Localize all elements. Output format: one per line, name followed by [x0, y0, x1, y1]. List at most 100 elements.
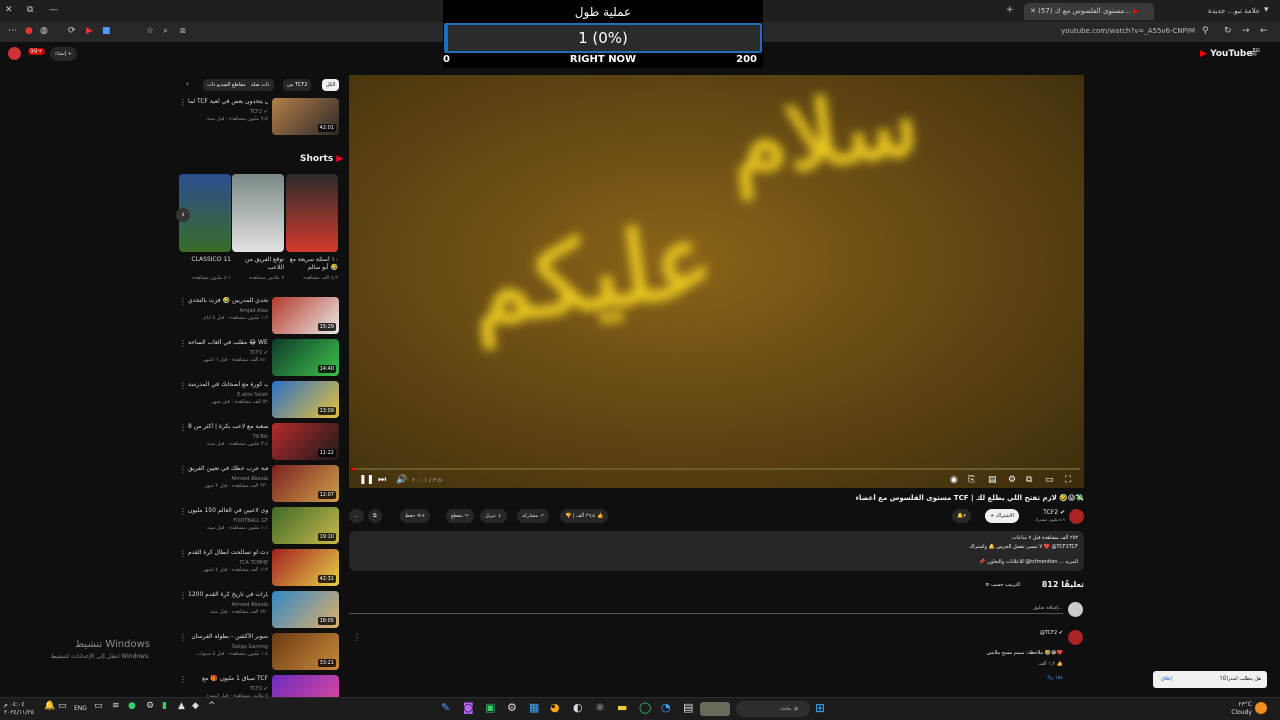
weather-widget[interactable]: ٢٣°C Cloudy: [1228, 701, 1252, 717]
taskbar-whatsapp-icon[interactable]: ◯: [639, 702, 651, 713]
video-channel[interactable]: E.ahle Salah: [188, 392, 268, 398]
taskbar-clock[interactable]: ٠٤:٠٤ م ٢٠٢٤/١١/٢٥: [4, 701, 40, 717]
comment-replies-link[interactable]: ١٥٤ ردًا: [1000, 675, 1063, 681]
taskbar-search-box[interactable]: ⌕ بحث: [736, 701, 810, 717]
video-title[interactable]: سباق 1 مليون 🎁 مع TCF: [188, 675, 268, 683]
video-channel[interactable]: Amjad Alaa: [188, 308, 268, 314]
youtube-extension-icon[interactable]: ▶: [86, 27, 93, 36]
video-progress-fill[interactable]: [352, 468, 356, 470]
video-title[interactable]: أقوى تحدي للمدربين 🤣 فزت بالتحدي: [188, 297, 268, 305]
taskbar-app-obs-icon[interactable]: ◐: [573, 702, 583, 713]
screenshot-icon[interactable]: ⧈: [180, 27, 186, 36]
taskbar-app-store-icon[interactable]: ▦: [529, 702, 539, 713]
clip-button[interactable]: مقطع ✂: [446, 509, 474, 523]
reload-icon[interactable]: ↻: [1224, 27, 1232, 36]
video-channel[interactable]: Ahmed Aboola: [188, 602, 268, 608]
shorts-prev-icon[interactable]: ‹: [176, 208, 190, 222]
video-more-icon[interactable]: ⋮: [179, 423, 187, 432]
popup-button[interactable]: إغلاق: [1161, 676, 1172, 682]
tab-new-tab[interactable]: علامة تبو... جديدة: [1160, 3, 1260, 20]
video-progress-track[interactable]: [352, 468, 1080, 470]
close-window-icon[interactable]: ✕: [5, 6, 13, 15]
video-thumbnail[interactable]: 12:07: [272, 465, 339, 502]
video-channel[interactable]: Ahmed Aboola: [188, 476, 268, 482]
zoom-icon[interactable]: ⌕: [163, 27, 168, 36]
forward-icon[interactable]: →: [1242, 27, 1250, 36]
video-thumbnail[interactable]: 42:01: [272, 98, 339, 135]
video-channel[interactable]: TCF2 ✔: [188, 686, 268, 692]
video-more-icon[interactable]: ⋮: [179, 591, 187, 600]
taskbar-app-paint-icon[interactable]: ✎: [441, 702, 450, 713]
bookmark-star-icon[interactable]: ☆: [146, 27, 154, 36]
video-channel[interactable]: FOOTBALL GT: [188, 518, 268, 524]
short-title[interactable]: توقع الفريق من اللاعب: [232, 256, 284, 272]
subtitles-icon[interactable]: ⎘: [968, 475, 975, 485]
pause-icon[interactable]: ❚❚: [359, 475, 374, 485]
tray-app-icon-5[interactable]: ◆: [192, 702, 199, 711]
video-more-icon[interactable]: ⋮: [179, 507, 187, 516]
channel-name[interactable]: TCF2 ✔: [1020, 509, 1065, 516]
taskbar-app-discord-icon[interactable]: ◙: [463, 702, 474, 713]
minimize-window-icon[interactable]: —: [49, 6, 58, 15]
site-settings-icon[interactable]: ⚲: [1202, 27, 1209, 36]
wifi-icon[interactable]: ≋: [112, 702, 120, 711]
video-thumbnail[interactable]: 42:31: [272, 549, 339, 586]
create-button[interactable]: إنشاء +: [50, 47, 77, 61]
taskbar-app-icon[interactable]: ⚛: [595, 702, 605, 713]
taskbar-edge-icon[interactable]: ◔: [661, 702, 671, 713]
account-avatar[interactable]: [8, 47, 21, 60]
chip-related[interactable]: ذات صلة: [247, 79, 274, 91]
video-channel[interactable]: TCF2 ✔: [188, 350, 268, 356]
short-title[interactable]: CLASSICO 11: [179, 256, 231, 272]
video-more-icon[interactable]: ⋮: [179, 465, 187, 474]
chip-from-tcf2[interactable]: من TCF2: [283, 79, 312, 91]
comment-likes[interactable]: ١٫٢ ألف 👍: [1000, 661, 1063, 667]
tab-youtube-video[interactable]: ✕ (57) مستوى الفلسوس مع ك... ▶: [1024, 3, 1154, 20]
video-title[interactable]: لما تلعب كورة مع أصحابك في المدرسة: [188, 381, 268, 389]
video-more-icon[interactable]: ⋮: [179, 675, 187, 684]
short-title[interactable]: ١٠ أسئلة سريعة مع أبو سالم 🤣: [286, 256, 338, 272]
extension-icon-2[interactable]: ◍: [40, 27, 48, 36]
video-more-icon[interactable]: ⋮: [179, 297, 187, 306]
channel-avatar[interactable]: [1069, 509, 1084, 524]
taskbar-file-explorer-icon[interactable]: ▬: [617, 702, 627, 713]
video-title[interactable]: لما TCF يحاولون يتحدون بعض في لعبة ⚽: [188, 98, 268, 106]
restore-window-icon[interactable]: ⧉: [27, 6, 33, 15]
video-thumbnail[interactable]: 14:40: [272, 339, 339, 376]
video-thumbnail[interactable]: 19:10: [272, 507, 339, 544]
tray-overflow-icon[interactable]: ^: [208, 702, 216, 711]
video-title[interactable]: أقوى 10 مهارات في تاريخ كرة القدم 1200: [188, 591, 268, 599]
taskbar-task-view-icon[interactable]: ▤: [683, 702, 693, 713]
save-to-playlist-icon[interactable]: ⧉: [368, 509, 382, 523]
taskbar-widget-image[interactable]: [700, 702, 730, 716]
notifications-badge[interactable]: 99+: [28, 48, 45, 55]
tab-list-icon[interactable]: ▾: [1264, 6, 1269, 15]
notification-bell-button[interactable]: 🔔▾: [952, 509, 971, 523]
video-more-icon[interactable]: ⋮: [179, 549, 187, 558]
video-title[interactable]: وش يحدث لو تصالحت أبطال كرة القدم: [188, 549, 268, 557]
video-more-icon[interactable]: ⋮: [179, 633, 187, 642]
video-channel[interactable]: TCA TCMHE: [188, 560, 268, 566]
description-box[interactable]: ٢٥٣ ألف مشاهدة قبل ٧ ساعات لا تنسى تفعيل…: [349, 531, 1084, 571]
video-title[interactable]: لعبة جرب حظك في تعيين الفريق: [188, 465, 268, 473]
start-button-icon[interactable]: ⊞: [815, 702, 825, 714]
volume-icon[interactable]: 🔊: [396, 475, 407, 485]
next-icon[interactable]: ⏭: [378, 475, 386, 485]
settings-gear-icon[interactable]: ⚙: [1008, 475, 1016, 485]
tray-app-icon-3[interactable]: ▮: [162, 702, 167, 711]
miniplayer-icon[interactable]: ⧉: [1026, 475, 1032, 485]
video-thumbnail[interactable]: 15:29: [272, 297, 339, 334]
like-dislike-button[interactable]: 👎 | ٢٩٫٤ ألف 👍: [560, 509, 609, 523]
url-input[interactable]: youtube.com/watch?v=_A55v6-CNPIM: [1040, 27, 1195, 35]
tray-app-icon-4[interactable]: ▲: [178, 702, 185, 711]
battery-icon[interactable]: ▭: [94, 702, 103, 711]
share-button[interactable]: مشاركة ↗: [517, 509, 549, 523]
back-icon[interactable]: ←: [1260, 27, 1268, 36]
comments-sort[interactable]: ≡ الترتيب حسب: [980, 582, 1020, 588]
fullscreen-icon[interactable]: ⛶: [1065, 475, 1071, 485]
language-indicator[interactable]: ENG: [74, 705, 87, 712]
autoplay-toggle-icon[interactable]: ◉: [950, 475, 958, 485]
video-thumbnail[interactable]: 11:22: [272, 423, 339, 460]
video-title[interactable]: سوبر الأكشن - بطولة الفرسان: [188, 633, 268, 641]
video-more-icon[interactable]: ⋮: [179, 98, 187, 107]
